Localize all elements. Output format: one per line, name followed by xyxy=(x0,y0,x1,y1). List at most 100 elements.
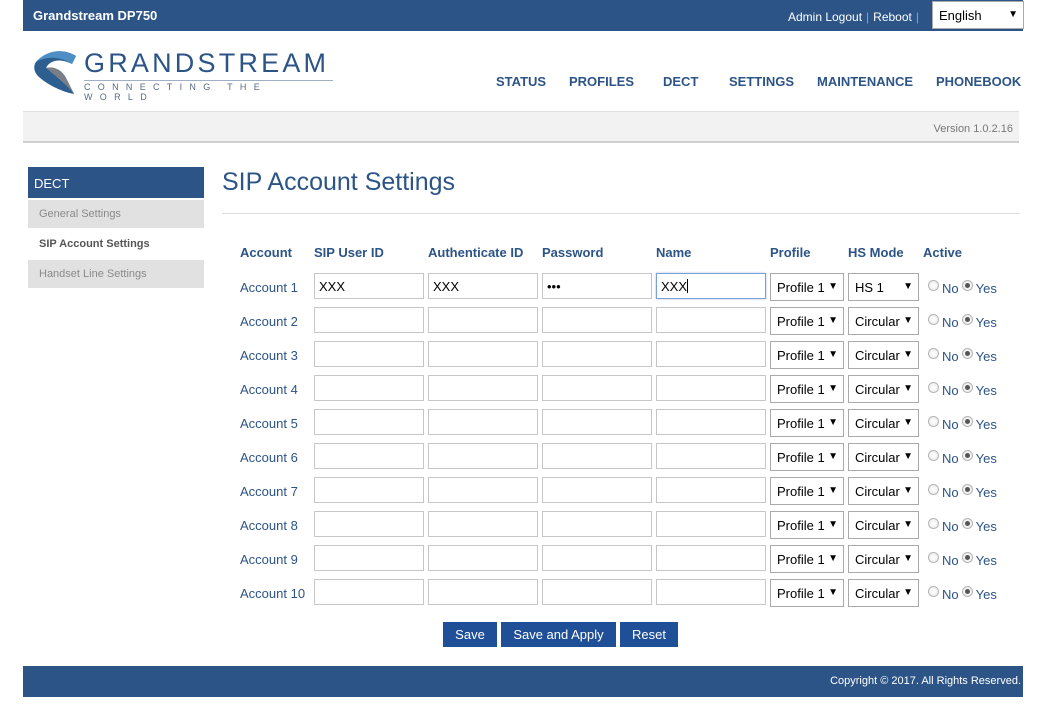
profile-select[interactable]: Profile 1 ▼ xyxy=(770,341,844,369)
authenticate-id-input[interactable] xyxy=(428,409,538,435)
hs-mode-select[interactable]: Circular ▼ xyxy=(848,443,919,471)
active-yes-radio[interactable] xyxy=(961,416,973,427)
name-input[interactable] xyxy=(656,307,766,333)
active-yes-radio[interactable] xyxy=(961,314,973,325)
authenticate-id-input[interactable] xyxy=(428,545,538,571)
active-no-radio[interactable] xyxy=(928,314,939,325)
sip-user-id-input[interactable]: XXX xyxy=(314,273,424,299)
save-and-apply-button[interactable]: Save and Apply xyxy=(501,622,616,647)
active-no-radio[interactable] xyxy=(928,586,939,597)
hs-mode-select[interactable]: Circular ▼ xyxy=(848,477,919,505)
password-input[interactable] xyxy=(542,511,652,537)
name-input[interactable] xyxy=(656,375,766,401)
profile-select[interactable]: Profile 1 ▼ xyxy=(770,443,844,471)
hs-mode-select[interactable]: Circular ▼ xyxy=(848,545,919,573)
active-no-radio[interactable] xyxy=(928,280,939,291)
sip-user-id-input[interactable] xyxy=(314,511,424,537)
nav-profiles[interactable]: PROFILES xyxy=(569,74,634,89)
authenticate-id-input[interactable] xyxy=(428,307,538,333)
profile-select[interactable]: Profile 1 ▼ xyxy=(770,375,844,403)
reboot-link[interactable]: Reboot xyxy=(873,10,912,24)
active-yes-radio[interactable] xyxy=(961,586,973,597)
sip-user-id-input[interactable] xyxy=(314,409,424,435)
account-label: Account 7 xyxy=(240,484,298,499)
active-yes-radio[interactable] xyxy=(961,280,973,291)
nav-phonebook[interactable]: PHONEBOOK xyxy=(936,74,1021,89)
active-no-radio[interactable] xyxy=(928,450,939,461)
admin-logout-link[interactable]: Admin Logout xyxy=(788,10,862,24)
password-input[interactable] xyxy=(542,341,652,367)
reset-button[interactable]: Reset xyxy=(620,622,678,647)
profile-value: Profile 1 xyxy=(777,416,825,431)
profile-select[interactable]: Profile 1 ▼ xyxy=(770,477,844,505)
name-input[interactable] xyxy=(656,341,766,367)
authenticate-id-input[interactable]: XXX xyxy=(428,273,538,299)
name-input[interactable] xyxy=(656,579,766,605)
password-input[interactable] xyxy=(542,307,652,333)
sip-user-id-input[interactable] xyxy=(314,545,424,571)
authenticate-id-input[interactable] xyxy=(428,375,538,401)
active-no-radio[interactable] xyxy=(928,484,939,495)
active-yes-radio[interactable] xyxy=(961,348,973,359)
password-input[interactable] xyxy=(542,443,652,469)
hs-mode-select[interactable]: Circular ▼ xyxy=(848,511,919,539)
name-input[interactable] xyxy=(656,477,766,503)
active-no-radio[interactable] xyxy=(928,552,939,563)
active-yes-radio[interactable] xyxy=(961,552,973,563)
password-input[interactable] xyxy=(542,409,652,435)
hs-mode-select[interactable]: HS 1 ▼ xyxy=(848,273,919,301)
sidebar-item-general-settings[interactable]: General Settings xyxy=(28,200,204,228)
active-no-radio[interactable] xyxy=(928,518,939,529)
authenticate-id-input[interactable] xyxy=(428,443,538,469)
nav-maintenance[interactable]: MAINTENANCE xyxy=(817,74,913,89)
sip-user-id-input[interactable] xyxy=(314,375,424,401)
nav-dect[interactable]: DECT xyxy=(663,74,698,89)
name-input[interactable] xyxy=(656,511,766,537)
password-input[interactable]: ••• xyxy=(542,273,652,299)
name-input[interactable] xyxy=(656,409,766,435)
hs-mode-select[interactable]: Circular ▼ xyxy=(848,409,919,437)
active-yes-radio[interactable] xyxy=(961,518,973,529)
sip-user-id-input[interactable] xyxy=(314,477,424,503)
active-yes-radio[interactable] xyxy=(961,484,973,495)
nav-status[interactable]: STATUS xyxy=(496,74,546,89)
profile-value: Profile 1 xyxy=(777,484,825,499)
profile-select[interactable]: Profile 1 ▼ xyxy=(770,545,844,573)
name-input[interactable]: XXX xyxy=(656,273,766,299)
hs-mode-select[interactable]: Circular ▼ xyxy=(848,375,919,403)
active-yes-radio[interactable] xyxy=(961,450,973,461)
sip-user-id-input[interactable] xyxy=(314,307,424,333)
dropdown-arrow-icon: ▼ xyxy=(903,485,913,496)
hs-mode-select[interactable]: Circular ▼ xyxy=(848,307,919,335)
profile-select[interactable]: Profile 1 ▼ xyxy=(770,511,844,539)
authenticate-id-input[interactable] xyxy=(428,511,538,537)
language-select[interactable]: English ▼ xyxy=(932,1,1024,29)
password-input[interactable] xyxy=(542,545,652,571)
authenticate-id-input[interactable] xyxy=(428,341,538,367)
sip-user-id-input[interactable] xyxy=(314,579,424,605)
profile-select[interactable]: Profile 1 ▼ xyxy=(770,273,844,301)
sip-user-id-input[interactable] xyxy=(314,443,424,469)
profile-select[interactable]: Profile 1 ▼ xyxy=(770,409,844,437)
dropdown-arrow-icon: ▼ xyxy=(828,349,838,360)
nav-settings[interactable]: SETTINGS xyxy=(729,74,794,89)
name-input[interactable] xyxy=(656,545,766,571)
sip-user-id-input[interactable] xyxy=(314,341,424,367)
password-input[interactable] xyxy=(542,477,652,503)
active-no-radio[interactable] xyxy=(928,348,939,359)
hs-mode-select[interactable]: Circular ▼ xyxy=(848,341,919,369)
password-input[interactable] xyxy=(542,375,652,401)
password-input[interactable] xyxy=(542,579,652,605)
name-input[interactable] xyxy=(656,443,766,469)
active-yes-radio[interactable] xyxy=(961,382,973,393)
authenticate-id-input[interactable] xyxy=(428,579,538,605)
profile-select[interactable]: Profile 1 ▼ xyxy=(770,579,844,607)
active-no-radio[interactable] xyxy=(928,416,939,427)
active-no-radio[interactable] xyxy=(928,382,939,393)
active-radio-group: No Yes xyxy=(928,585,1000,602)
hs-mode-select[interactable]: Circular ▼ xyxy=(848,579,919,607)
authenticate-id-input[interactable] xyxy=(428,477,538,503)
sidebar-item-sip-account-settings[interactable]: SIP Account Settings xyxy=(28,230,204,258)
save-button[interactable]: Save xyxy=(443,622,497,647)
profile-select[interactable]: Profile 1 ▼ xyxy=(770,307,844,335)
